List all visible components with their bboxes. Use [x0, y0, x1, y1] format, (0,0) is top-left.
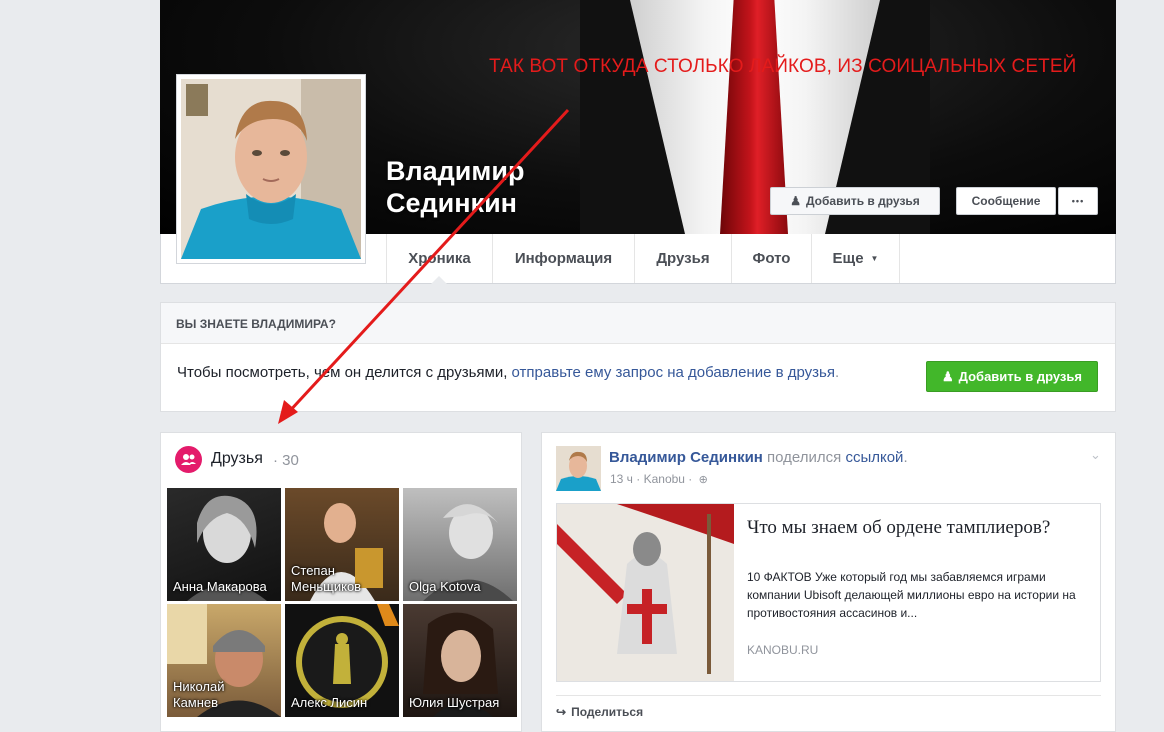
annotation-arrow	[278, 108, 570, 424]
